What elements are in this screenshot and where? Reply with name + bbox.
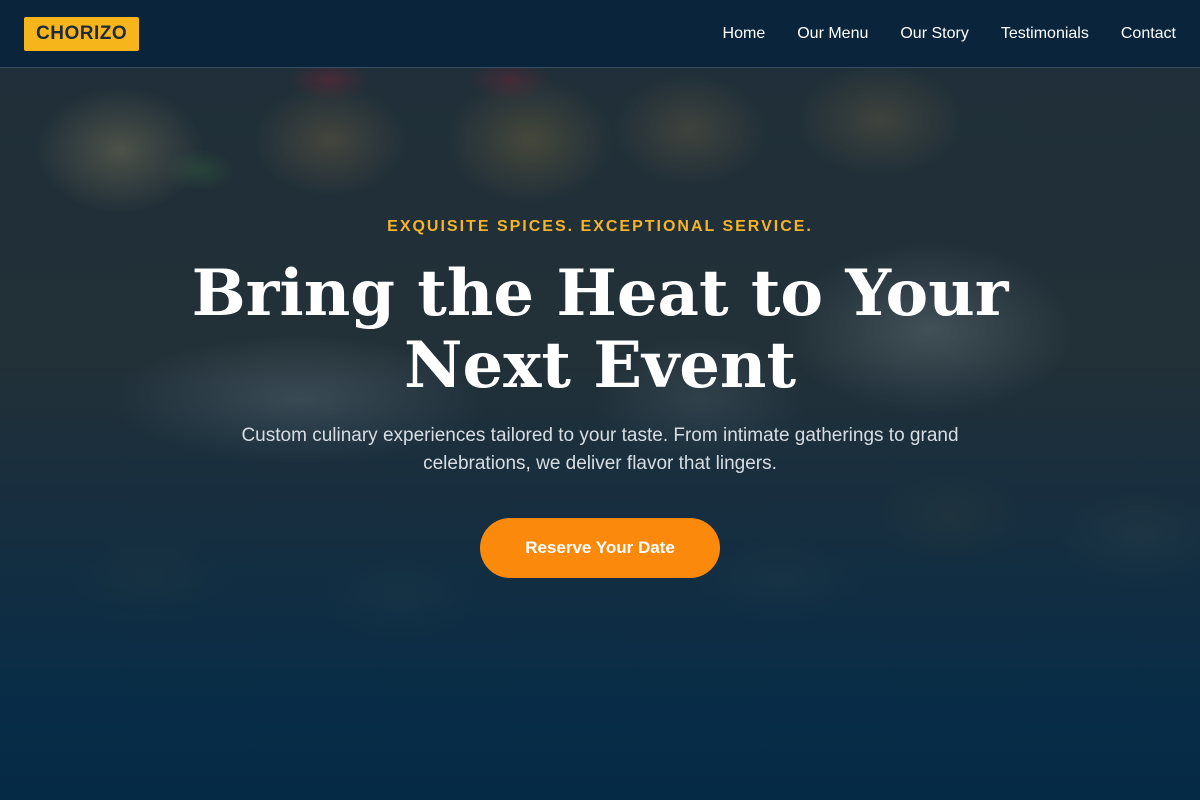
main-nav: Home Our Menu Our Story Testimonials Con…: [723, 25, 1176, 43]
hero-tagline: EXQUISITE SPICES. EXCEPTIONAL SERVICE.: [387, 218, 813, 235]
nav-item-contact[interactable]: Contact: [1121, 25, 1176, 43]
hero-content: EXQUISITE SPICES. EXCEPTIONAL SERVICE. B…: [0, 218, 1200, 578]
hero-subtitle: Custom culinary experiences tailored to …: [241, 425, 959, 474]
reserve-date-button[interactable]: Reserve Your Date: [480, 518, 720, 578]
nav-item-our-story[interactable]: Our Story: [900, 25, 968, 43]
brand-logo[interactable]: CHORIZO: [24, 16, 140, 51]
nav-item-testimonials[interactable]: Testimonials: [1001, 25, 1089, 43]
nav-item-our-menu[interactable]: Our Menu: [797, 25, 868, 43]
nav-item-home[interactable]: Home: [723, 25, 766, 43]
hero-headline: Bring the Heat to Your Next Event: [191, 256, 1009, 403]
top-navbar: CHORIZO Home Our Menu Our Story Testimon…: [0, 0, 1200, 68]
